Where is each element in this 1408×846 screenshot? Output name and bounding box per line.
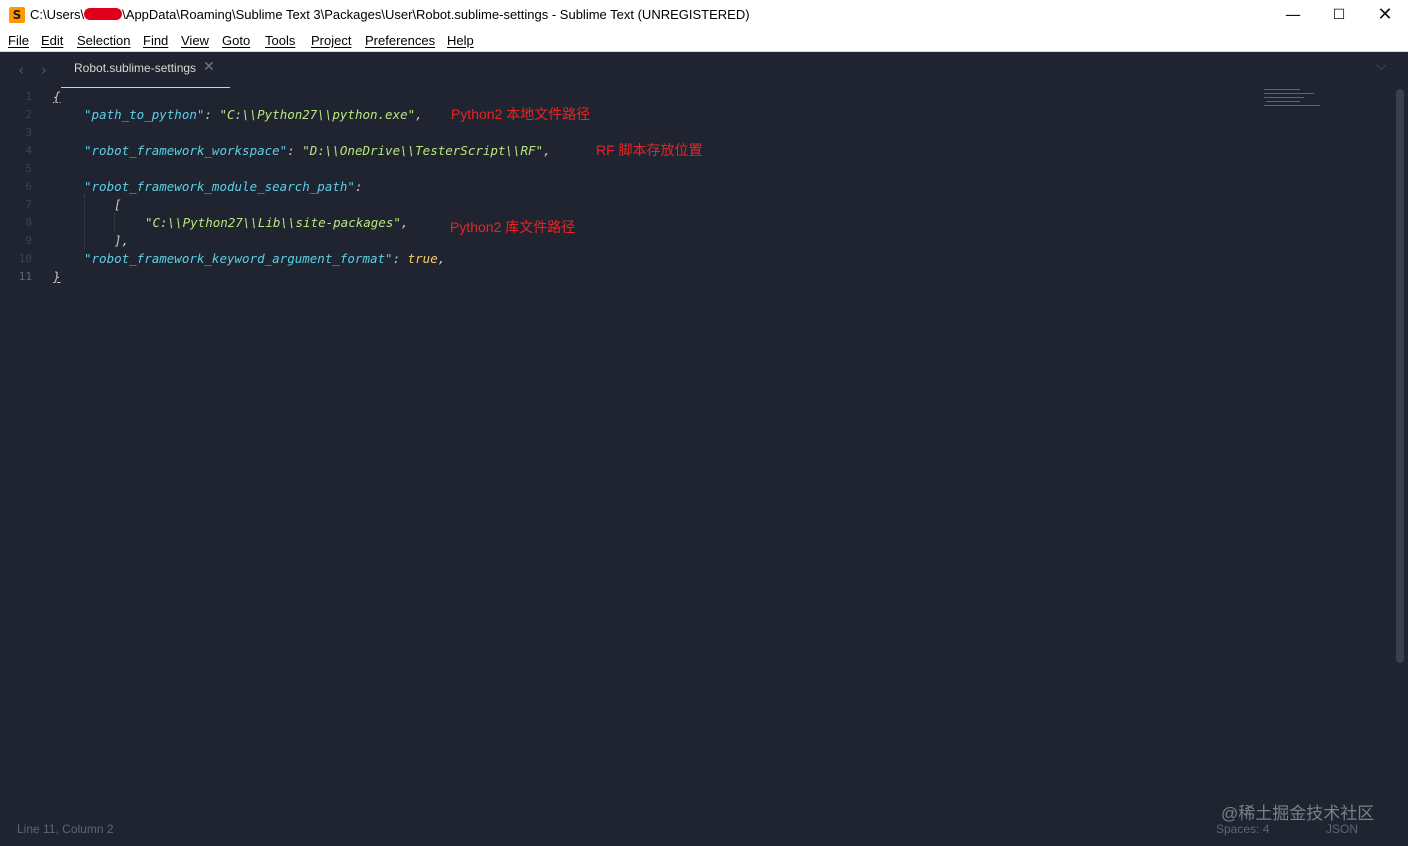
tab-back-icon[interactable]: ‹ [18,61,24,79]
menu-goto[interactable]: Goto [222,33,250,48]
menu-bar: File Edit Selection Find View Goto Tools… [0,31,1408,52]
open-brace: { [53,89,61,104]
minimap-line [1266,101,1300,102]
cursor-position[interactable]: Line 11, Column 2 [17,822,114,836]
tab-list-dropdown-icon[interactable]: ⌵ [1376,58,1387,74]
syntax-mode[interactable]: JSON [1326,822,1358,836]
indent-guide [114,213,115,231]
minimap-line [1264,89,1300,90]
title-suffix: \AppData\Roaming\Sublime Text 3\Packages… [122,7,750,22]
status-bar: Line 11, Column 2 Spaces: 4 JSON [0,818,1408,846]
colon: : [354,179,363,194]
menu-file[interactable]: File [8,33,29,48]
minimap-line [1264,97,1304,98]
code-line-6: "robot_framework_module_search_path": [84,179,362,194]
json-string: "C:\\Python27\\python.exe" [219,107,416,122]
minimap[interactable] [1262,88,1322,112]
json-string: "C:\\Python27\\Lib\\site-packages" [145,215,401,230]
minimap-line [1264,105,1320,106]
watermark: @稀土掘金技术社区 [1221,804,1375,823]
menu-tools[interactable]: Tools [265,33,295,48]
code-line-10: "robot_framework_keyword_argument_format… [84,251,445,266]
comma: , [437,251,446,266]
json-key: "robot_framework_keyword_argument_format… [84,251,393,266]
code-line-7: [ [114,197,122,212]
line-number: 9 [25,234,32,247]
line-number: 10 [18,252,32,265]
close-brace: } [53,269,61,284]
menu-selection[interactable]: Selection [77,33,130,48]
sublime-app-icon: S [9,7,25,23]
code-line-9: ], [114,233,129,248]
line-number: 8 [25,216,32,229]
line-number: 2 [25,108,32,121]
open-bracket: [ [114,197,122,212]
line-number: 5 [25,162,32,175]
colon: : [392,251,408,266]
annotation-lib-path: Python2 库文件路径 [450,219,576,235]
colon: : [287,143,303,158]
tab-bar: ‹ › Robot.sublime-settings ✕ ⌵ [0,52,1408,89]
annotation-python-path: Python2 本地文件路径 [451,106,591,122]
menu-find[interactable]: Find [143,33,168,48]
tab-label: Robot.sublime-settings [74,61,197,75]
line-number: 6 [25,180,32,193]
line-number: 7 [25,198,32,211]
code-line-1: { [53,89,61,104]
json-key: "robot_framework_workspace" [84,143,288,158]
indentation-setting[interactable]: Spaces: 4 [1216,822,1269,836]
menu-view[interactable]: View [181,33,209,48]
comma: , [415,107,423,122]
code-line-11: } [53,269,61,284]
line-number: 4 [25,144,32,157]
window-title: C:\Users\ \AppData\Roaming\Sublime Text 3… [30,7,750,22]
close-window-icon[interactable]: ✕ [1362,0,1408,31]
json-string: "D:\\OneDrive\\TesterScript\\RF" [302,143,544,158]
indent-guide [84,195,85,249]
tab-robot-sublime-settings[interactable]: Robot.sublime-settings ✕ [61,52,230,88]
code-line-8: "C:\\Python27\\Lib\\site-packages", [145,215,408,230]
title-bar: S C:\Users\ \AppData\Roaming\Sublime Text… [0,0,1408,31]
comma: , [121,233,130,248]
menu-project[interactable]: Project [311,33,351,48]
minimap-line [1264,93,1314,94]
code-line-4: "robot_framework_workspace": "D:\\OneDri… [84,143,551,158]
line-number: 3 [25,126,32,139]
redaction-mark [84,8,123,20]
menu-edit[interactable]: Edit [41,33,63,48]
title-prefix: C:\Users\ [30,7,85,22]
maximize-icon[interactable]: ☐ [1316,0,1362,31]
json-key: "path_to_python" [84,107,205,122]
code-line-2: "path_to_python": "C:\\Python27\\python.… [84,107,423,122]
line-number: 1 [25,90,32,103]
line-number-active: 11 [18,270,32,283]
vertical-scrollbar[interactable] [1396,89,1404,663]
menu-help[interactable]: Help [447,33,474,48]
annotation-rf-workspace: RF 脚本存放位置 [596,142,703,158]
comma: , [543,143,551,158]
minimize-icon[interactable]: — [1270,0,1316,31]
comma: , [400,215,409,230]
tab-close-icon[interactable]: ✕ [203,59,215,75]
json-boolean: true [407,251,438,266]
code-editor[interactable]: 1 2 3 4 5 6 7 8 9 10 11 { "path_to_pytho… [0,89,1396,809]
tab-forward-icon[interactable]: › [41,61,47,79]
menu-preferences[interactable]: Preferences [365,33,435,48]
colon: : [204,107,220,122]
close-bracket: ] [114,233,122,248]
json-key: "robot_framework_module_search_path" [84,179,355,194]
